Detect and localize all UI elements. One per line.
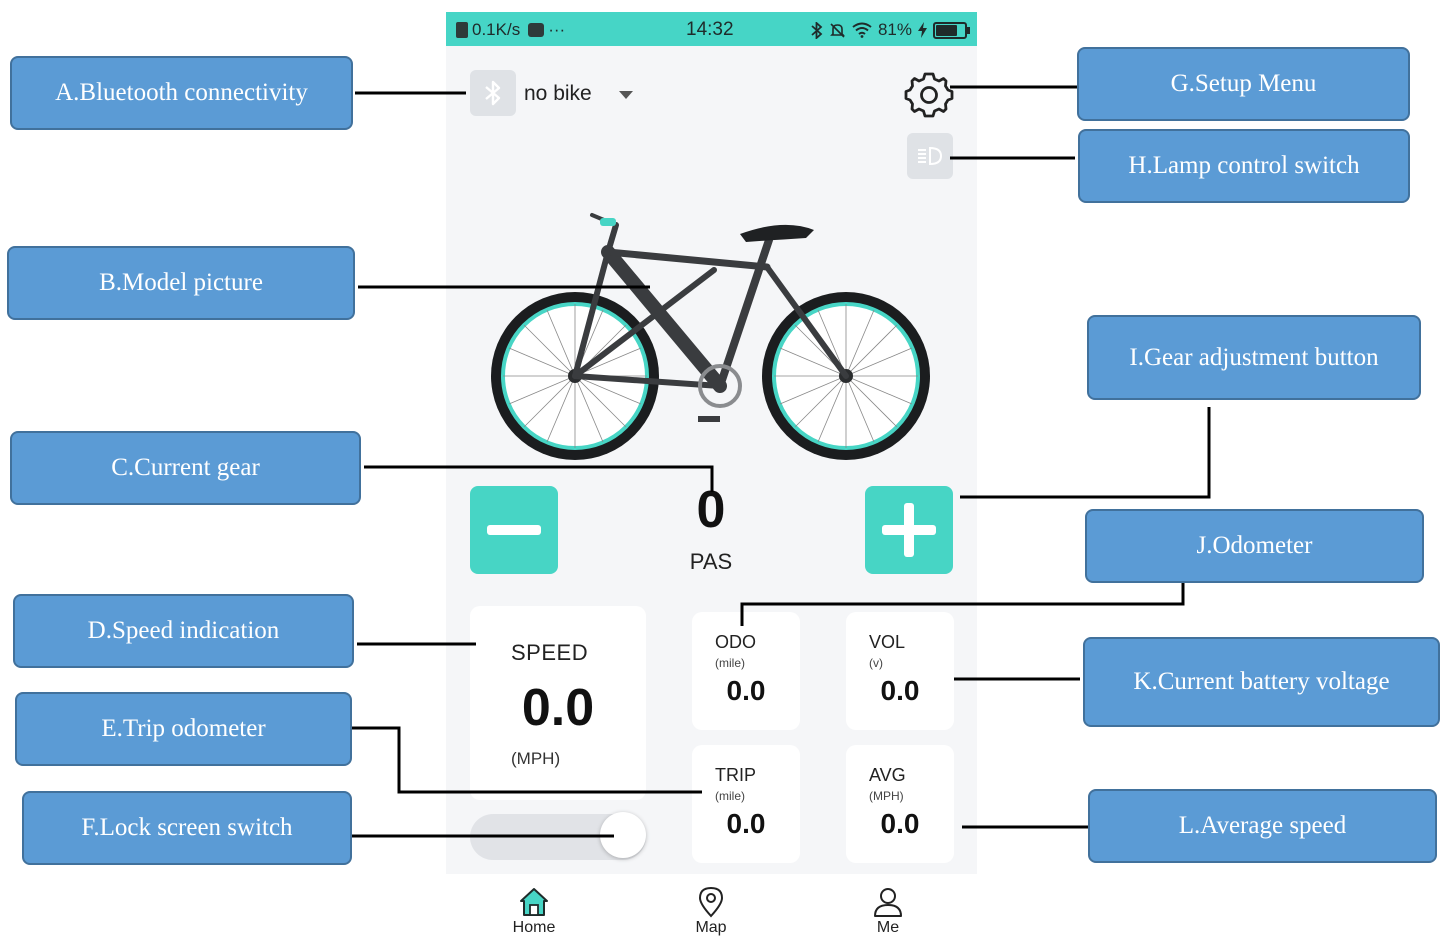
- speed-title: SPEED: [511, 640, 589, 665]
- bluetooth-button[interactable]: [470, 70, 516, 116]
- bike-model-picture: [491, 213, 930, 460]
- handlebar-grip: [600, 218, 616, 226]
- tab-map[interactable]: Map: [671, 886, 751, 936]
- callout-setup-menu: G.Setup Menu: [1077, 47, 1410, 121]
- avg-title: AVG: [869, 765, 906, 785]
- lock-screen-switch-knob[interactable]: [600, 812, 646, 858]
- avg-value: 0.0: [880, 808, 920, 839]
- status-right: 81%: [811, 20, 970, 40]
- bottom-tab-bar: Home Map Me: [446, 874, 977, 936]
- callout-battery-voltage: K.Current battery voltage: [1083, 637, 1440, 727]
- app-screen: 0.1K/s ··· 14:32 81% no bike 0 PAS SPEED…: [446, 12, 977, 936]
- tab-me[interactable]: Me: [848, 886, 928, 936]
- network-speed: 0.1K/s: [472, 20, 521, 39]
- gear-icon[interactable]: [902, 68, 956, 122]
- battery-level: [936, 24, 957, 36]
- callout-trip-odometer: E.Trip odometer: [15, 692, 352, 766]
- odo-unit: (mile): [715, 656, 745, 670]
- callout-current-gear: C.Current gear: [10, 431, 361, 505]
- trip-title: TRIP: [715, 765, 757, 785]
- battery-icon: [933, 21, 970, 39]
- odo-title: ODO: [715, 632, 757, 652]
- callout-bluetooth: A.Bluetooth connectivity: [10, 56, 353, 130]
- map-pin-icon: [698, 886, 724, 918]
- speed-card: SPEED 0.0 (MPH): [470, 606, 646, 800]
- status-time: 14:32: [686, 19, 734, 40]
- status-bar: 0.1K/s ··· 14:32 81%: [446, 12, 977, 46]
- charging-icon: [918, 22, 927, 38]
- vol-unit: (v): [869, 656, 883, 670]
- sim-icon: [456, 22, 468, 38]
- callout-odometer: J.Odometer: [1085, 509, 1424, 583]
- line-i: [960, 407, 1211, 499]
- message-icon: [528, 23, 545, 37]
- status-left: 0.1K/s ···: [456, 20, 565, 40]
- bluetooth-icon: [485, 80, 501, 106]
- trip-value: 0.0: [726, 808, 766, 839]
- callout-speed-indication: D.Speed indication: [13, 594, 354, 668]
- avg-unit: (MPH): [869, 789, 904, 803]
- callout-lock-screen: F.Lock screen switch: [22, 791, 352, 865]
- bike-selector[interactable]: no bike: [524, 82, 592, 106]
- odo-value: 0.0: [726, 675, 766, 706]
- callout-average-speed: L.Average speed: [1088, 789, 1437, 863]
- vol-title: VOL: [869, 632, 906, 652]
- plus-icon: [882, 503, 936, 557]
- current-gear-label: PAS: [689, 549, 733, 574]
- speed-value: 0.0: [521, 679, 595, 737]
- pedal: [698, 416, 720, 422]
- odo-card: ODO (mile) 0.0: [692, 612, 800, 730]
- trip-unit: (mile): [715, 789, 745, 803]
- tab-map-label: Map: [695, 919, 727, 936]
- minus-icon: [487, 525, 541, 535]
- bluetooth-icon: [811, 21, 823, 39]
- gear-down-button[interactable]: [470, 486, 558, 574]
- vol-value: 0.0: [880, 675, 920, 706]
- bike-saddle: [740, 224, 814, 242]
- avg-card: AVG (MPH) 0.0: [846, 745, 954, 863]
- home-icon: [520, 888, 548, 916]
- speed-unit: (MPH): [511, 749, 561, 768]
- tab-home[interactable]: Home: [494, 886, 574, 936]
- tab-me-label: Me: [876, 919, 900, 936]
- callout-lamp-control: H.Lamp control switch: [1078, 129, 1410, 203]
- callout-model-picture: B.Model picture: [7, 246, 355, 320]
- user-icon: [874, 888, 902, 917]
- tab-home-label: Home: [512, 919, 556, 936]
- chevron-down-icon[interactable]: [619, 91, 633, 99]
- lamp-control-button[interactable]: [907, 133, 953, 179]
- gear-up-button[interactable]: [865, 486, 953, 574]
- wifi-icon: [852, 22, 872, 38]
- headlight-icon: [918, 146, 943, 166]
- vol-card: VOL (v) 0.0: [846, 612, 954, 730]
- trip-card: TRIP (mile) 0.0: [692, 745, 800, 863]
- battery-percent: 81%: [877, 20, 912, 39]
- current-gear-value: 0: [696, 481, 726, 539]
- more-indicator: ···: [548, 20, 566, 39]
- mute-icon: [830, 22, 845, 38]
- callout-gear-adjustment: I.Gear adjustment button: [1087, 315, 1421, 400]
